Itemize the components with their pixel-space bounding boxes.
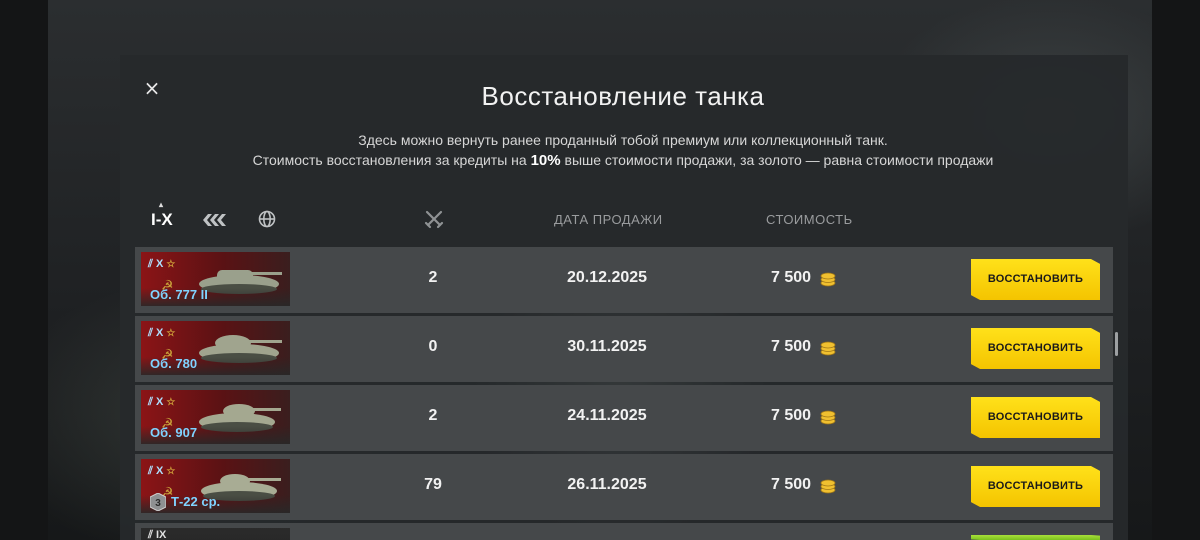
column-header-cost[interactable]: СТОИМОСТЬ xyxy=(766,212,853,227)
tank-card[interactable]: ☭ ⫽ X ☆ Об. 907 xyxy=(141,390,290,444)
sale-date: 20.12.2025 xyxy=(566,269,648,286)
tank-card[interactable]: ⫽ IX xyxy=(141,528,290,540)
battles-count: 2 xyxy=(428,407,438,424)
restore-button[interactable]: ВОССТАНОВИТЬ xyxy=(971,259,1100,300)
restore-button[interactable] xyxy=(971,535,1100,540)
tank-card[interactable]: ☭ ⫽ X ☆ Об. 777 II xyxy=(141,252,290,306)
table-row: ☭ ⫽ X ☆ 3 Т-22 ср. 79 26.11.2025 7 500 В… xyxy=(135,454,1113,520)
vehicle-type-icon[interactable] xyxy=(203,212,229,228)
tier-filter-label: I-X xyxy=(151,210,173,229)
description-line-2-pre: Стоимость восстановления за кредиты на xyxy=(252,152,531,168)
sale-date: 30.11.2025 xyxy=(567,338,647,355)
page-title: Восстановление танка xyxy=(481,81,765,111)
gold-coins-icon xyxy=(820,479,836,494)
table-row: ☭ ⫽ X ☆ Об. 780 0 30.11.2025 7 500 ВОССТ… xyxy=(135,316,1113,382)
battles-count: 2 xyxy=(428,269,438,286)
restore-cost: 7 500 xyxy=(771,269,812,286)
description-line-1: Здесь можно вернуть ранее проданный тобо… xyxy=(358,132,888,148)
gold-coins-icon xyxy=(820,341,836,356)
tank-name: Т-22 ср. xyxy=(171,494,221,509)
sale-date: 26.11.2025 xyxy=(567,476,647,493)
table-row: ☭ ⫽ X ☆ Об. 907 2 24.11.2025 7 500 ВОССТ… xyxy=(135,385,1113,451)
svg-text:3: 3 xyxy=(155,498,161,509)
tank-tier: ⫽ X ☆ xyxy=(148,465,176,477)
battles-count: 0 xyxy=(428,338,438,355)
crossed-swords-icon xyxy=(424,210,444,229)
restore-button[interactable]: ВОССТАНОВИТЬ xyxy=(971,466,1100,507)
tank-tier: ⫽ X ☆ xyxy=(148,396,176,408)
restore-button[interactable]: ВОССТАНОВИТЬ xyxy=(971,397,1100,438)
tank-card[interactable]: ☭ ⫽ X ☆ Об. 780 xyxy=(141,321,290,375)
tank-tier: ⫽ IX xyxy=(148,529,167,540)
tank-name: Об. 777 II xyxy=(150,287,208,302)
tier-filter[interactable]: ▴ I-X xyxy=(151,200,173,230)
sort-caret-icon: ▴ xyxy=(159,200,164,209)
restore-cost: 7 500 xyxy=(771,338,812,355)
tank-tier: ⫽ X ☆ xyxy=(148,258,176,270)
tank-image xyxy=(199,404,281,432)
description-percent: 10% xyxy=(530,152,561,169)
gold-coins-icon xyxy=(820,410,836,425)
restore-button[interactable]: ВОССТАНОВИТЬ xyxy=(971,328,1100,369)
description-line-2-post: выше стоимости продажи, за золото — равн… xyxy=(560,152,994,168)
table-row: ☭ ⫽ X ☆ Об. 777 II 2 20.12.2025 7 500 ВО… xyxy=(135,247,1113,313)
description-line-2: Стоимость восстановления за кредиты на 1… xyxy=(0,152,1200,169)
tank-name: Об. 780 xyxy=(150,356,198,371)
restore-cost: 7 500 xyxy=(771,407,812,424)
restore-cost: 7 500 xyxy=(771,476,812,493)
column-header-date[interactable]: ДАТА ПРОДАЖИ xyxy=(554,212,663,227)
battles-count: 79 xyxy=(424,476,442,493)
tank-image xyxy=(199,335,282,363)
scrollbar[interactable] xyxy=(1115,332,1118,356)
sale-date: 24.11.2025 xyxy=(567,407,647,424)
tank-name: Об. 907 xyxy=(150,425,198,440)
tank-tier: ⫽ X ☆ xyxy=(148,327,176,339)
globe-icon[interactable] xyxy=(258,210,276,228)
mastery-badge-icon: 3 xyxy=(150,493,166,511)
tank-card[interactable]: ☭ ⫽ X ☆ 3 Т-22 ср. xyxy=(141,459,290,513)
table-row: ⫽ IX xyxy=(135,523,1113,540)
gold-coins-icon xyxy=(820,272,836,287)
